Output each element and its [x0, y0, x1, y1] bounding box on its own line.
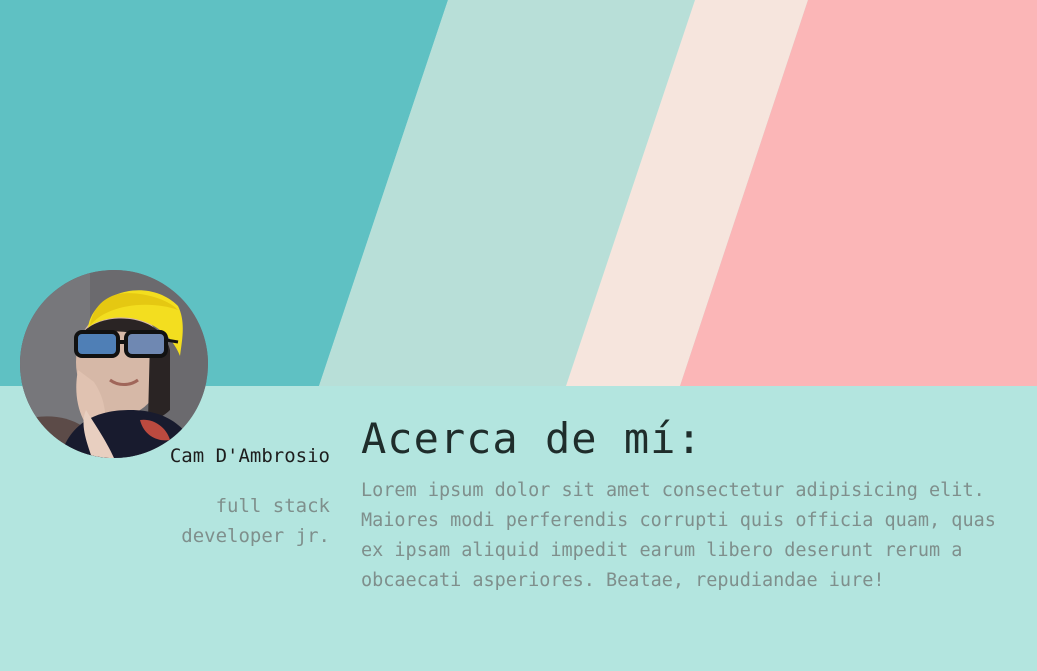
- profile-photo: [20, 270, 208, 458]
- avatar: [20, 270, 208, 458]
- profile-info: Cam D'Ambrosio full stack developer jr.: [150, 441, 330, 551]
- about-block: Acerca de mí: Lorem ipsum dolor sit amet…: [361, 412, 1001, 615]
- about-text: Lorem ipsum dolor sit amet consectetur a…: [361, 480, 996, 591]
- profile-role: full stack developer jr.: [181, 495, 330, 547]
- profile-name: Cam D'Ambrosio: [169, 445, 330, 467]
- about-title: Acerca de mí:: [361, 414, 703, 463]
